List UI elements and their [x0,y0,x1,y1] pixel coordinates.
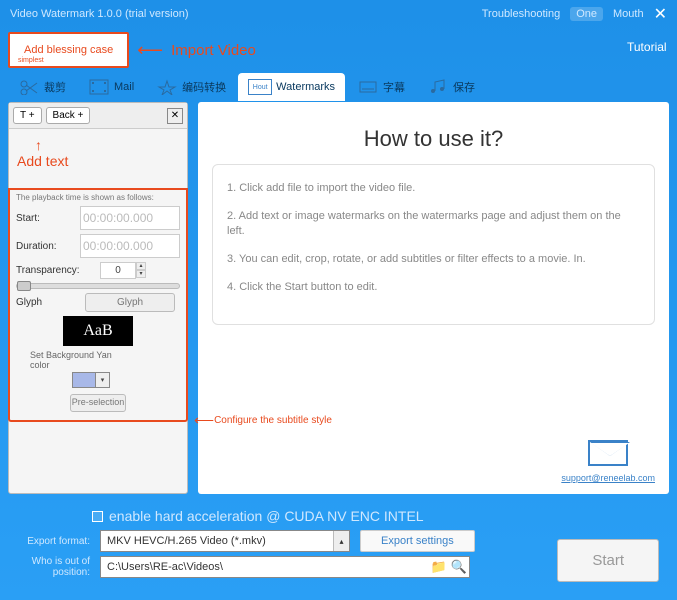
tutorial-link[interactable]: Tutorial [627,40,667,54]
tab-crop[interactable]: 裁剪 [8,72,76,102]
tab-save[interactable]: 保存 [417,72,485,102]
tab-mail[interactable]: Mail [78,72,144,102]
glyph-button[interactable]: Glyph [85,293,175,312]
output-path-input[interactable]: C:\Users\RE-ac\Videos\ [101,557,429,577]
tab-watermarks[interactable]: Hout Watermarks [238,73,345,101]
step-2: 2. Add text or image watermarks on the w… [227,209,640,238]
transparency-label: Transparency: [16,265,96,276]
export-format-select[interactable]: MKV HEVC/H.265 Video (*.mkv) ▴ [100,530,350,552]
text-add-button[interactable]: T + [13,107,42,124]
how-to-title: How to use it? [198,126,669,152]
tab-label: 字幕 [383,79,405,95]
steps-box: 1. Click add file to import the video fi… [212,164,655,325]
import-video-label: Import Video [171,42,256,59]
tab-encode[interactable]: 编码转换 [146,72,236,102]
mouth-link[interactable]: Mouth [613,8,644,20]
troubleshooting-link[interactable]: Troubleshooting [482,8,560,20]
add-file-sublabel: simplest [18,57,44,64]
bgcolor-label: Set Background Yan color [30,350,120,370]
search-icon[interactable]: 🔍 [449,559,469,575]
one-badge[interactable]: One [570,7,603,21]
font-preview-text: AaB [83,322,112,340]
output-position-label: Who is out of position: [10,556,90,578]
playback-hint: The playback time is shown as follows: [16,194,180,202]
sparkle-icon [156,78,178,96]
back-button[interactable]: Back + [46,107,91,124]
spin-down-icon[interactable]: ▾ [136,270,146,278]
transparency-input[interactable]: 0 [100,262,136,279]
chevron-down-icon[interactable]: ▾ [95,373,109,387]
scissors-icon [18,78,40,96]
arrow-up-icon: ↑ [35,137,179,153]
subtitle-icon [357,78,379,96]
start-label: Start: [16,213,76,224]
export-settings-button[interactable]: Export settings [360,530,475,552]
slider-thumb[interactable] [17,281,31,291]
transparency-slider[interactable] [16,283,180,289]
folder-icon[interactable]: 📁 [429,559,449,575]
add-file-button[interactable]: Add blessing case simplest [8,32,129,68]
tab-label: Mail [114,81,134,93]
watermark-icon: Hout [248,79,272,95]
glyph-label: Glyph [16,297,76,308]
preselection-button[interactable]: Pre-selection [70,394,126,412]
close-icon[interactable]: ✕ [654,4,667,24]
hwaccel-checkbox[interactable] [92,511,103,522]
tab-label: Watermarks [276,81,335,93]
hwaccel-label: enable hard acceleration @ CUDA NV ENC I… [109,508,424,524]
step-1: 1. Click add file to import the video fi… [227,181,640,195]
export-format-label: Export format: [10,536,90,547]
add-text-label: Add text [17,153,179,169]
duration-label: Duration: [16,241,76,252]
tab-label: 裁剪 [44,79,66,95]
tab-label: 保存 [453,79,475,95]
font-preview: AaB [63,316,133,346]
support-email-link[interactable]: support@reneelab.com [561,473,655,483]
duration-input[interactable]: 00:00:00.000 [80,234,180,258]
music-icon [427,78,449,96]
add-file-label: Add blessing case [24,44,113,56]
start-button[interactable]: Start [557,539,659,582]
film-icon [88,78,110,96]
tab-label: 编码转换 [182,79,226,95]
chevron-up-icon[interactable]: ▴ [333,531,349,551]
start-input[interactable]: 00:00:00.000 [80,206,180,230]
step-4: 4. Click the Start button to edit. [227,280,640,294]
export-format-value: MKV HEVC/H.265 Video (*.mkv) [101,531,333,551]
spin-up-icon[interactable]: ▴ [136,262,146,270]
bgcolor-picker[interactable]: ▾ [72,372,110,388]
panel-close-icon[interactable]: ✕ [167,108,183,124]
arrow-left-icon: ⟵ [137,40,163,61]
arrow-left-icon: ⟵ [194,412,214,429]
mail-icon [588,440,628,466]
app-title: Video Watermark 1.0.0 (trial version) [10,8,482,20]
configure-subtitle-label: Configure the subtitle style [214,415,332,426]
tab-subtitles[interactable]: 字幕 [347,72,415,102]
step-3: 3. You can edit, crop, rotate, or add su… [227,252,640,266]
